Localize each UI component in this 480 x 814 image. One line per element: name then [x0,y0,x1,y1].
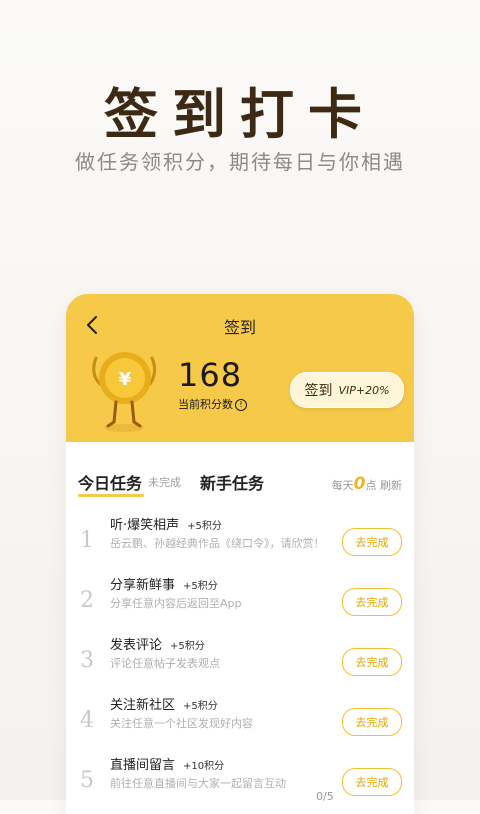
tab-today-status: 未完成 [148,476,181,489]
go-complete-button[interactable]: 去完成 [342,588,402,616]
points-value: 168 [178,356,243,394]
task-title-text: 关注新社区 [110,698,176,713]
tab-newbie-tasks[interactable]: 新手任务 [200,470,264,494]
task-list: 1 听·爆笑相声 +5积分 岳云鹏、孙越经典作品《绕口令》，请欣赏！ 去完成 2 … [66,514,414,814]
points-label-text: 当前积分数 [178,398,233,411]
task-desc: 评论任意帖子发表观点 [110,657,220,670]
go-complete-button[interactable]: 去完成 [342,708,402,736]
svg-text:¥: ¥ [119,369,132,390]
hero-title: 签到打卡 [104,82,376,146]
task-points: +5积分 [170,641,205,652]
go-complete-button[interactable]: 去完成 [342,648,402,676]
task-item: 1 听·爆笑相声 +5积分 岳云鹏、孙越经典作品《绕口令》，请欣赏！ 去完成 [66,514,414,574]
task-title-text: 听·爆笑相声 [110,518,180,533]
task-points: +5积分 [183,701,218,712]
coin-mascot-icon: ¥ [92,352,157,432]
task-progress: 0/5 [316,790,334,803]
task-desc: 分享任意内容后返回至App [110,597,242,610]
refresh-suffix: 点 刷新 [365,479,403,492]
vip-badge: VIP+20% [338,383,390,397]
card-title: 签到 [223,318,256,337]
checkin-label: 签到 [304,383,333,399]
card-header: 签到 ¥ 168 当前积分数! 签到 VIP+20% [66,294,414,442]
go-complete-button[interactable]: 去完成 [342,768,402,796]
task-desc: 前往任意直播间与大家一起留言互动 [110,777,286,790]
task-number: 1 [80,528,94,553]
active-tab-indicator [78,494,144,497]
task-number: 2 [80,588,94,613]
refresh-prefix: 每天 [331,479,354,492]
task-item: 3 发表评论 +5积分 评论任意帖子发表观点 去完成 [66,634,414,694]
task-points: +10积分 [183,761,225,772]
points-label: 当前积分数! [178,396,247,412]
checkin-button[interactable]: 签到 VIP+20% [290,372,404,408]
task-number: 3 [80,648,94,673]
task-item: 4 关注新社区 +5积分 关注任意一个社区发现好内容 去完成 [66,694,414,754]
task-item: 5 直播间留言 +10积分 前往任意直播间与大家一起留言互动 0/5 去完成 [66,754,414,814]
task-title: 直播间留言 +10积分 [110,754,224,773]
task-item: 2 分享新鲜事 +5积分 分享任意内容后返回至App 去完成 [66,574,414,634]
task-title-text: 直播间留言 [110,758,176,773]
info-icon[interactable]: ! [235,399,247,411]
task-title-text: 分享新鲜事 [110,578,176,593]
go-complete-button[interactable]: 去完成 [342,528,402,556]
task-title: 关注新社区 +5积分 [110,694,218,713]
task-desc: 关注任意一个社区发现好内容 [110,717,253,730]
task-number: 4 [80,708,94,733]
tab-today-tasks[interactable]: 今日任务 [78,470,142,494]
refresh-note: 每天0点 刷新 [332,474,402,494]
task-title: 听·爆笑相声 +5积分 [110,514,222,533]
task-points: +5积分 [187,521,222,532]
checkin-card: 签到 ¥ 168 当前积分数! 签到 VIP+20% 今日任务 未完成 新手任务… [66,294,414,814]
task-title: 分享新鲜事 +5积分 [110,574,218,593]
task-points: +5积分 [183,581,218,592]
task-tabs: 今日任务 未完成 新手任务 每天0点 刷新 [78,470,402,497]
task-number: 5 [80,768,94,793]
hero-subtitle: 做任务领积分，期待每日与你相遇 [75,150,405,174]
task-title: 发表评论 +5积分 [110,634,205,653]
refresh-zero: 0 [353,474,366,494]
task-desc: 岳云鹏、孙越经典作品《绕口令》，请欣赏！ [110,537,325,550]
task-title-text: 发表评论 [110,638,163,653]
